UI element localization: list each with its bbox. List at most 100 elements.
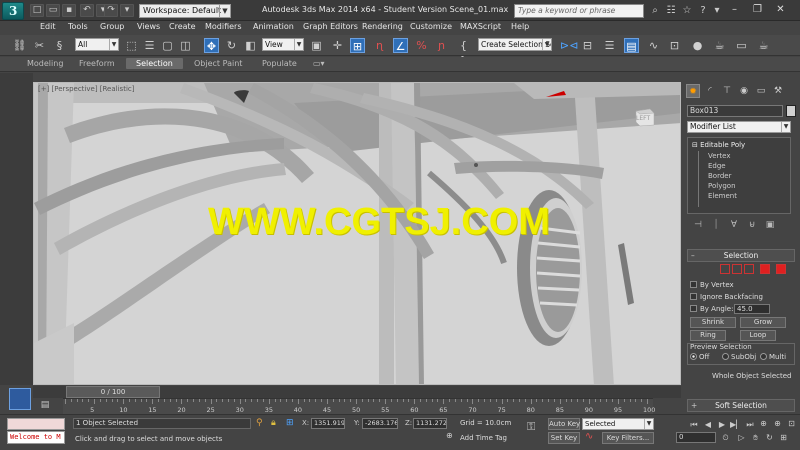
modifier-stack[interactable]: ⊟ Editable Poly Vertex Edge Border Polyg…: [687, 137, 791, 214]
next-frame-icon[interactable]: ▶▏: [730, 419, 742, 431]
set-key-button[interactable]: Set Key: [548, 432, 580, 444]
menu-rendering[interactable]: Rendering: [362, 22, 403, 31]
stack-item-polygon[interactable]: Polygon: [708, 182, 736, 190]
ribbon-options-icon[interactable]: ▭▾: [313, 59, 325, 68]
menu-create[interactable]: Create: [169, 22, 196, 31]
track-bar[interactable]: 5 10 15 20 25 30 35 40 45 50 55 60 65 70 75 80 85 90 95 100: [63, 398, 655, 414]
tab-object-paint[interactable]: Object Paint: [194, 59, 242, 68]
remove-modifier-icon[interactable]: ⊌: [746, 219, 758, 231]
element-mode-icon[interactable]: [776, 264, 786, 274]
snaps-toggle-icon[interactable]: ɳ: [372, 38, 387, 53]
undo-icon[interactable]: ↶: [80, 4, 94, 17]
hierarchy-tab-icon[interactable]: ⊤: [720, 84, 734, 98]
render-production-icon[interactable]: ☕: [756, 38, 771, 53]
zoom-icon[interactable]: ⊕: [758, 418, 769, 429]
x-coordinate-field[interactable]: 1351.919c: [311, 418, 345, 429]
save-icon[interactable]: ▪: [62, 4, 76, 17]
utilities-tab-icon[interactable]: ⚒: [771, 84, 785, 98]
tab-populate[interactable]: Populate: [262, 59, 297, 68]
menu-maxscript[interactable]: MAXScript: [460, 22, 501, 31]
go-to-start-icon[interactable]: ⏮: [688, 419, 700, 431]
selection-rollout-header[interactable]: – Selection: [687, 249, 795, 262]
ring-button[interactable]: Ring: [690, 330, 726, 341]
reference-coordinate-dropdown[interactable]: View ▼: [262, 38, 304, 51]
border-mode-icon[interactable]: [744, 264, 754, 274]
vertex-mode-icon[interactable]: [720, 264, 730, 274]
restore-icon[interactable]: ❐: [749, 3, 766, 17]
modifier-list-dropdown[interactable]: Modifier List ▼: [687, 121, 791, 133]
pivot-center-icon[interactable]: ▣: [309, 38, 324, 53]
isolate-selection-icon[interactable]: ⚲: [256, 418, 263, 428]
spinner-snap-icon[interactable]: ɲ: [434, 38, 449, 53]
menu-modifiers[interactable]: Modifiers: [205, 22, 242, 31]
time-configuration-icon[interactable]: ⏲: [720, 432, 731, 443]
percent-snap-icon[interactable]: %: [414, 38, 429, 53]
unlink-icon[interactable]: ✂: [32, 38, 47, 53]
tab-modeling[interactable]: Modeling: [27, 59, 63, 68]
tab-freeform[interactable]: Freeform: [79, 59, 115, 68]
named-selection-dropdown[interactable]: Create Selection Se ▼: [478, 38, 552, 51]
add-time-tag-icon[interactable]: ⊕: [446, 431, 453, 440]
ignore-backfacing-checkbox[interactable]: Ignore Backfacing: [690, 293, 763, 301]
menu-views[interactable]: Views: [137, 22, 160, 31]
favorites-icon[interactable]: ☆: [680, 4, 694, 17]
menu-customize[interactable]: Customize: [410, 22, 452, 31]
z-coordinate-field[interactable]: 1131.272c: [413, 418, 447, 429]
layer-manager-icon[interactable]: ☰: [602, 38, 617, 53]
binoculars-icon[interactable]: ⌕: [648, 4, 662, 17]
select-and-rotate-icon[interactable]: ↻: [224, 38, 239, 53]
perspective-viewport[interactable]: [+] [Perspective] [Realistic] WWW.CGTSJ.…: [33, 82, 681, 385]
angle-snap-icon[interactable]: ∠: [393, 38, 408, 53]
select-by-name-icon[interactable]: ☰: [142, 38, 157, 53]
time-slider[interactable]: 0 / 100: [33, 386, 681, 398]
angle-spinner[interactable]: 45.0: [734, 304, 770, 314]
keyboard-shortcut-override-icon[interactable]: ⊞: [350, 38, 365, 53]
manipulate-icon[interactable]: ✛: [330, 38, 345, 53]
menu-tools[interactable]: Tools: [68, 22, 88, 31]
zoom-extents-icon[interactable]: ⊡: [786, 418, 797, 429]
app-logo-icon[interactable]: [2, 2, 24, 20]
menu-group[interactable]: Group: [100, 22, 124, 31]
object-color-swatch[interactable]: [786, 105, 796, 117]
make-unique-icon[interactable]: ∀: [728, 219, 740, 231]
display-tab-icon[interactable]: ▭: [754, 84, 768, 98]
preview-multi-radio[interactable]: Multi: [760, 353, 786, 361]
edit-named-selection-icon[interactable]: { }: [456, 38, 471, 67]
key-mode-dropdown[interactable]: Selected ▼: [582, 418, 654, 430]
by-angle-checkbox[interactable]: By Angle:: [690, 305, 733, 313]
rendered-frame-window-icon[interactable]: ▭: [734, 38, 749, 53]
menu-graph-editors[interactable]: Graph Editors: [303, 22, 358, 31]
redo-icon[interactable]: ↷: [104, 4, 118, 17]
field-of-view-icon[interactable]: ▷: [736, 432, 747, 443]
workspace-dropdown[interactable]: Workspace: Default ▼: [139, 4, 231, 18]
window-crossing-icon[interactable]: ◫: [178, 38, 193, 53]
viewport-label[interactable]: [+] [Perspective] [Realistic]: [38, 85, 134, 93]
go-to-end-icon[interactable]: ⏭: [744, 419, 756, 431]
configure-modifier-sets-icon[interactable]: ▣: [764, 219, 776, 231]
current-frame-field[interactable]: 0: [676, 432, 716, 443]
loop-button[interactable]: Loop: [740, 330, 776, 341]
pin-stack-icon[interactable]: ⊣: [692, 219, 704, 231]
selection-lock-icon[interactable]: 🔒︎: [271, 418, 276, 428]
create-tab-icon[interactable]: ✹: [686, 84, 700, 98]
absolute-mode-icon[interactable]: ⊞: [286, 418, 294, 428]
mirror-icon[interactable]: ⊳⊲: [560, 38, 578, 53]
link-icon[interactable]: ⛓: [12, 38, 27, 53]
select-and-move-icon[interactable]: ✥: [204, 38, 219, 53]
track-bar-icon[interactable]: ▤: [37, 399, 53, 411]
new-file-icon[interactable]: □: [30, 4, 44, 17]
preview-off-radio[interactable]: Off: [690, 353, 709, 361]
play-icon[interactable]: ▶: [716, 419, 728, 431]
help-icon[interactable]: ?: [696, 4, 710, 17]
community-icon[interactable]: ☷: [664, 4, 678, 17]
add-time-tag[interactable]: Add Time Tag: [460, 434, 507, 442]
menu-help[interactable]: Help: [511, 22, 529, 31]
mini-listener-icon[interactable]: [9, 388, 31, 410]
curve-editor-icon[interactable]: ∿: [646, 38, 661, 53]
by-vertex-checkbox[interactable]: By Vertex: [690, 281, 734, 289]
stack-item-vertex[interactable]: Vertex: [708, 152, 731, 160]
pan-view-icon[interactable]: ✋︎: [750, 432, 761, 443]
time-slider-handle[interactable]: 0 / 100: [66, 386, 160, 398]
previous-frame-icon[interactable]: ◀: [702, 419, 714, 431]
show-end-result-icon[interactable]: ⏐: [710, 219, 722, 231]
